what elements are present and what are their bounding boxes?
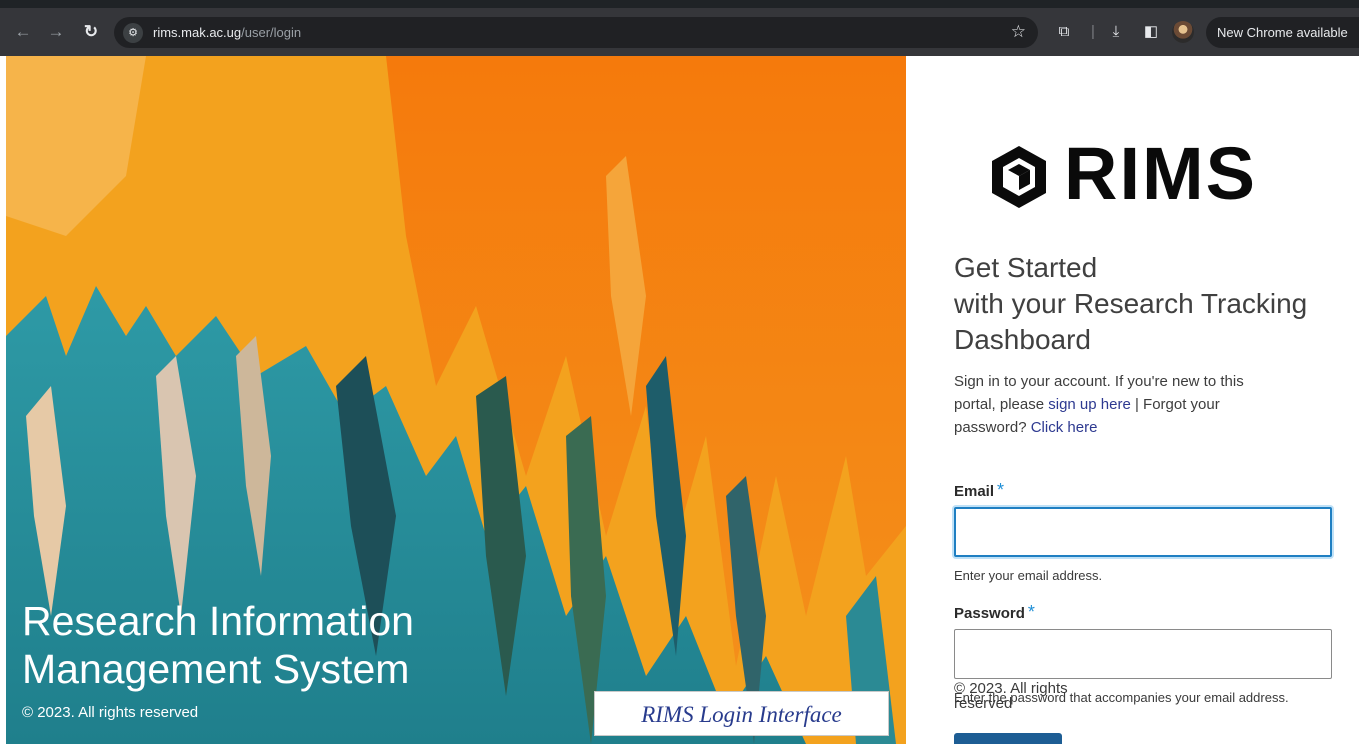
browser-toolbar: ← → ↻ ⚙ rims.mak.ac.ug/user/login ☆ ⧉ | … (0, 8, 1359, 56)
site-settings-icon[interactable]: ⚙ (123, 23, 143, 43)
url-host: rims.mak.ac.ug (153, 25, 242, 40)
forward-icon[interactable]: → (46, 22, 66, 42)
back-icon[interactable]: ← (13, 22, 33, 42)
email-field[interactable] (954, 507, 1332, 557)
email-help-text: Enter your email address. (954, 568, 1103, 583)
signup-link[interactable]: sign up here (1048, 396, 1131, 413)
extensions-icon[interactable]: ⧉ (1054, 22, 1074, 42)
hero-title-line1: Research Information (22, 598, 414, 644)
url-text[interactable]: rims.mak.ac.ug/user/login (153, 25, 301, 40)
reset-password-link[interactable]: Click here (1031, 419, 1098, 436)
download-icon[interactable]: ⤓ (1106, 22, 1126, 42)
password-field[interactable] (954, 629, 1332, 679)
heading-line3: Dashboard (954, 324, 1091, 355)
update-chrome-button[interactable]: New Chrome available (1206, 17, 1359, 48)
password-label-text: Password (954, 605, 1025, 622)
email-required-mark: * (997, 480, 1005, 500)
heading-line1: Get Started (954, 252, 1098, 283)
login-intro: Sign in to your account. If you're new t… (954, 370, 1254, 439)
toolbar-separator: | (1091, 23, 1095, 40)
hero-panel: Research Information Management System ©… (6, 56, 906, 744)
login-panel: RIMS Get Started with your Research Trac… (906, 56, 1359, 744)
url-path: /user/login (241, 25, 302, 40)
hero-title-line2: Management System (22, 646, 410, 692)
reload-icon[interactable]: ↻ (81, 22, 101, 42)
hero-copyright: © 2023. All rights reserved (22, 704, 199, 721)
hero-title: Research Information Management System (22, 597, 414, 693)
cube-logo-icon (992, 146, 1046, 208)
password-required-mark: * (1027, 602, 1035, 622)
bookmark-star-icon[interactable]: ☆ (1011, 22, 1026, 42)
email-label: Email * (954, 480, 1004, 501)
email-label-text: Email (954, 483, 995, 500)
caption-text: RIMS Login Interface (641, 702, 842, 727)
side-panel-icon[interactable]: ◧ (1141, 22, 1161, 42)
address-bar[interactable]: ⚙ rims.mak.ac.ug/user/login ☆ (114, 17, 1038, 48)
profile-avatar[interactable] (1172, 21, 1194, 43)
login-heading: Get Started with your Research Tracking … (954, 250, 1354, 358)
password-help-text: Enter the password that accompanies your… (954, 690, 1289, 705)
browser-tab-strip (0, 0, 1359, 8)
rims-logo: RIMS (988, 134, 1298, 214)
logo-text: RIMS (1064, 132, 1257, 215)
login-submit-button[interactable] (954, 733, 1062, 744)
heading-line2: with your Research Tracking (954, 288, 1308, 319)
caption-box: RIMS Login Interface (594, 691, 889, 736)
password-label: Password * (954, 602, 1035, 623)
update-chrome-label: New Chrome available (1217, 25, 1348, 40)
